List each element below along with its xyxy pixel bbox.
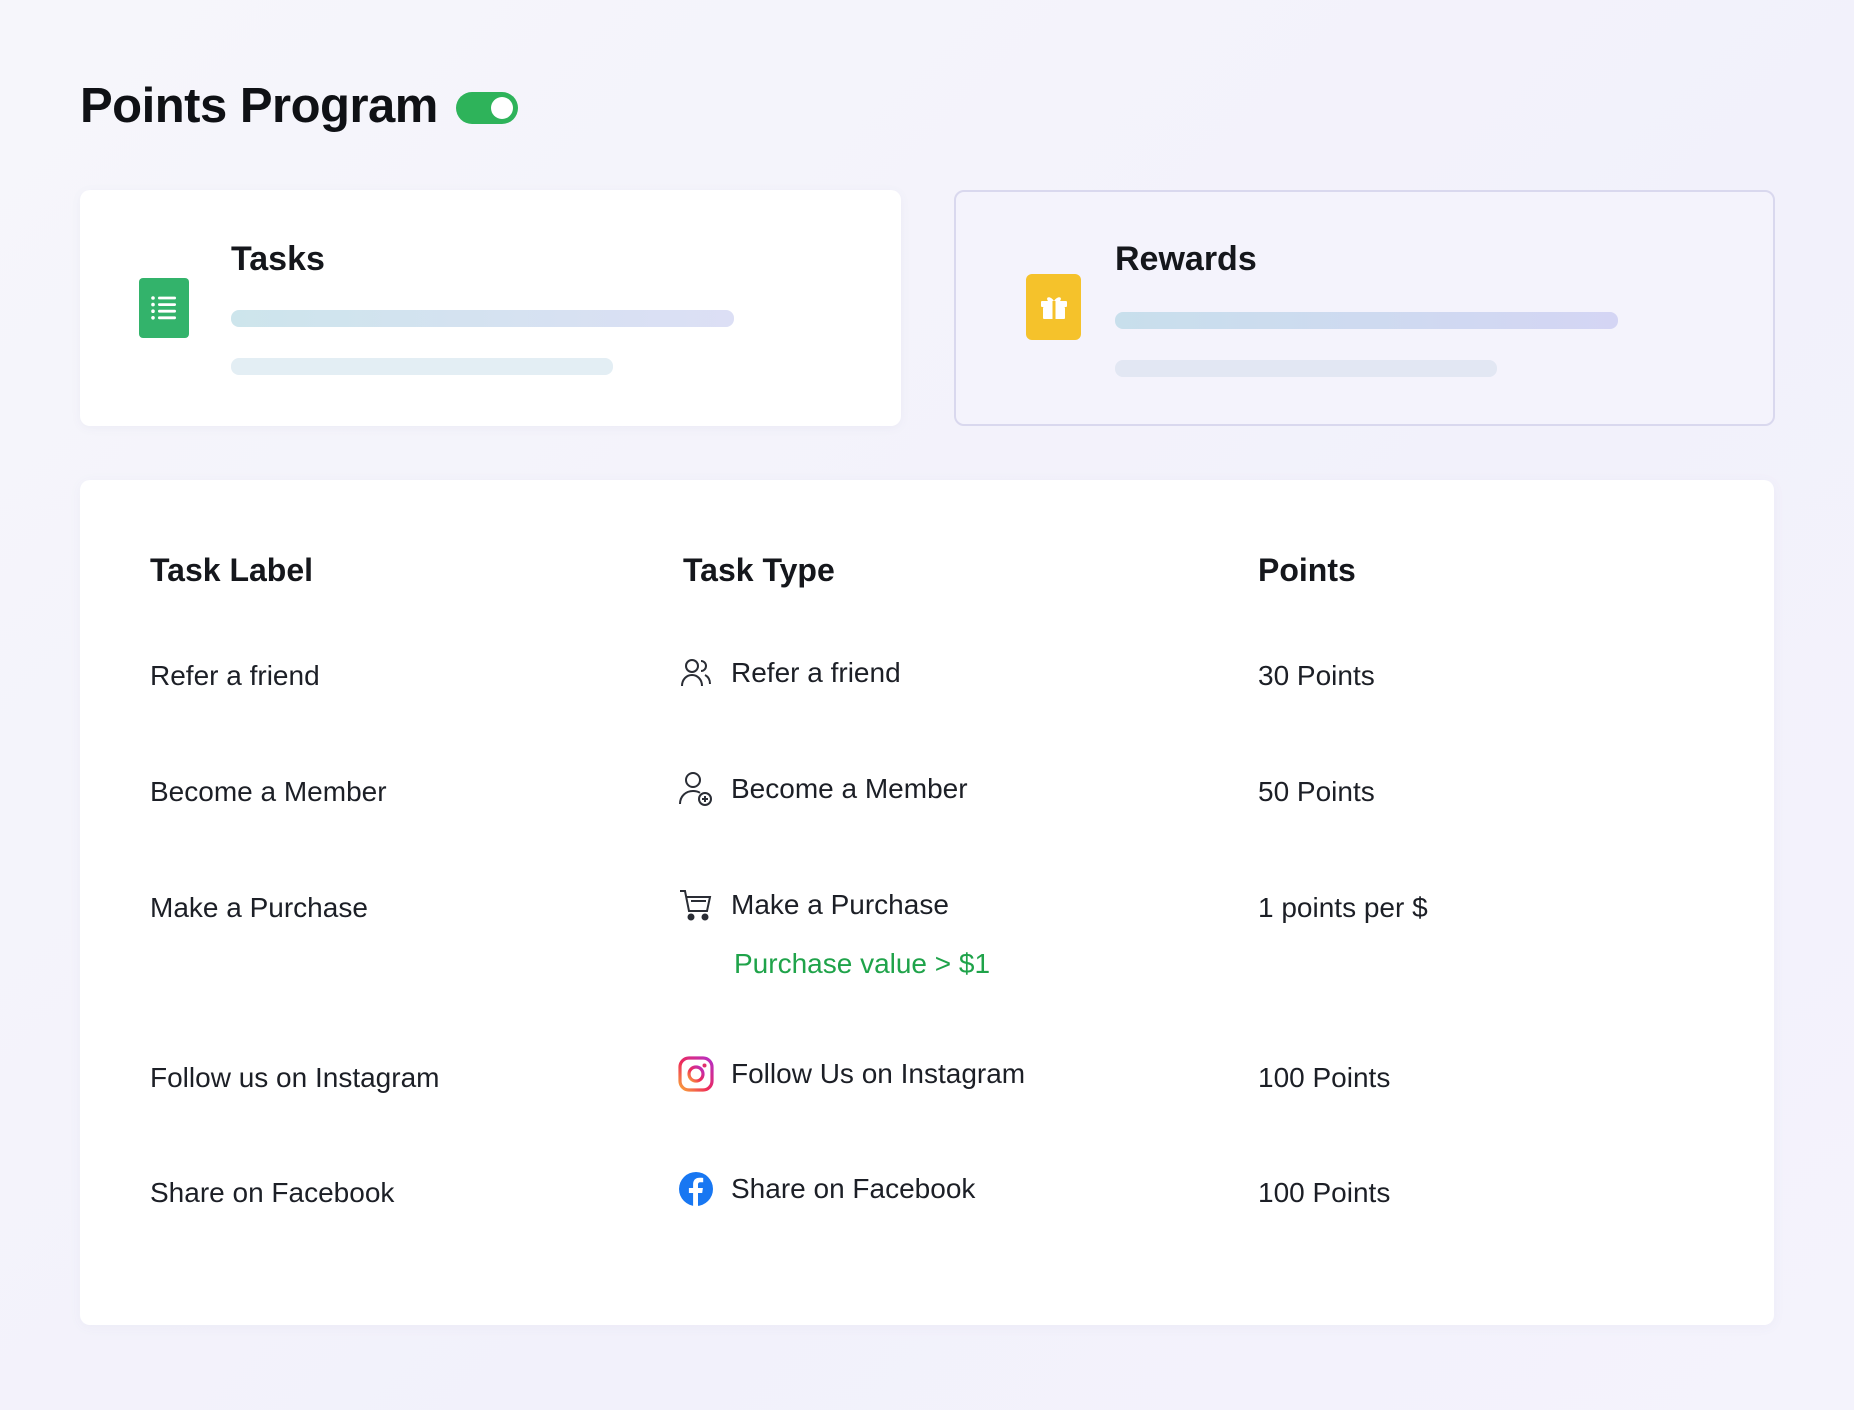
instagram-icon — [677, 1055, 715, 1093]
tasks-card-title: Tasks — [231, 240, 325, 278]
task-type-cell: Make a Purchase — [677, 886, 949, 924]
list-icon — [139, 278, 189, 338]
task-type-label: Refer a friend — [731, 657, 901, 688]
task-type-label: Share on Facebook — [731, 1173, 976, 1204]
placeholder-bar — [231, 358, 613, 375]
placeholder-bar — [1115, 312, 1618, 329]
task-condition: Purchase value > $1 — [734, 948, 991, 979]
column-header-task-type: Task Type — [683, 552, 835, 588]
gift-icon — [1026, 274, 1081, 340]
points-program-page: Points Program Tasks Rewards Task Label … — [0, 0, 1854, 1410]
task-type-label: Become a Member — [731, 773, 968, 804]
facebook-icon — [677, 1170, 715, 1208]
task-label-cell: Refer a friend — [150, 660, 320, 691]
points-cell: 100 Points — [1258, 1062, 1391, 1093]
toggle-knob — [490, 97, 513, 119]
task-label-cell: Make a Purchase — [150, 892, 368, 923]
page-title: Points Program — [80, 79, 438, 133]
user-add-icon — [677, 770, 715, 808]
task-type-cell: Become a Member — [677, 770, 968, 808]
cart-icon — [677, 886, 715, 924]
page-header: Points Program — [80, 78, 518, 134]
rewards-card[interactable]: Rewards — [954, 190, 1775, 426]
task-type-label: Follow Us on Instagram — [731, 1058, 1026, 1089]
tasks-table: Task Label Task Type Points Refer a frie… — [80, 480, 1774, 1325]
task-type-cell: Follow Us on Instagram — [677, 1055, 1025, 1093]
task-type-cell: Refer a friend — [677, 654, 901, 692]
placeholder-bar — [231, 310, 734, 327]
tasks-card[interactable]: Tasks — [80, 190, 901, 426]
points-cell: 1 points per $ — [1258, 892, 1428, 923]
placeholder-bar — [1115, 360, 1497, 377]
task-type-label: Make a Purchase — [731, 889, 949, 920]
task-label-cell: Become a Member — [150, 776, 387, 807]
points-cell: 30 Points — [1258, 660, 1375, 691]
points-cell: 100 Points — [1258, 1177, 1391, 1208]
column-header-task-label: Task Label — [150, 552, 314, 588]
task-type-cell: Share on Facebook — [677, 1170, 975, 1208]
users-icon — [677, 654, 715, 692]
points-cell: 50 Points — [1258, 776, 1375, 807]
task-label-cell: Share on Facebook — [150, 1177, 395, 1208]
column-header-points: Points — [1258, 552, 1356, 588]
rewards-card-title: Rewards — [1115, 240, 1257, 278]
program-toggle[interactable] — [455, 92, 518, 124]
task-label-cell: Follow us on Instagram — [150, 1062, 440, 1093]
